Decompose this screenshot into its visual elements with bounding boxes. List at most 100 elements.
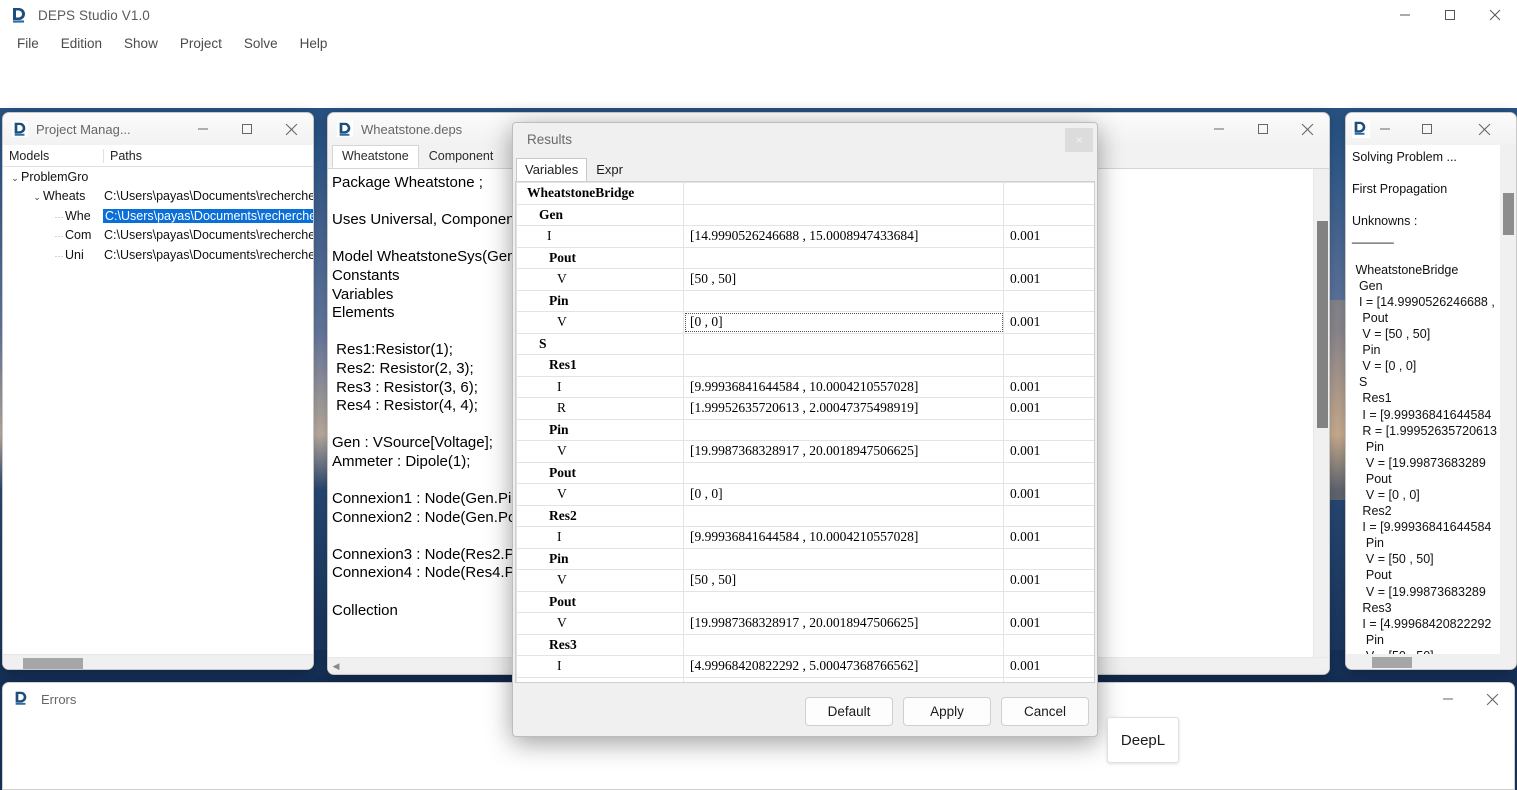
tree-path-selected[interactable]: C:\Users\payas\Documents\recherche [103, 209, 314, 223]
menu-show[interactable]: Show [113, 33, 169, 54]
row-interval-value[interactable] [684, 634, 1004, 656]
table-row[interactable]: Pin [517, 419, 1096, 441]
row-tolerance-value[interactable]: 0.001 [1004, 484, 1096, 506]
project-manager-horizontal-scrollbar[interactable] [3, 654, 313, 670]
row-interval-value[interactable] [684, 333, 1004, 355]
row-tolerance-value[interactable]: 0.001 [1004, 527, 1096, 549]
table-row[interactable]: S [517, 333, 1096, 355]
row-interval-value[interactable] [684, 591, 1004, 613]
project-tree-row[interactable]: ···WheC:\Users\payas\Documents\recherche [3, 206, 313, 226]
default-button[interactable]: Default [805, 697, 893, 726]
row-interval-value[interactable]: [50 , 50] [684, 570, 1004, 592]
row-tolerance-value[interactable] [1004, 247, 1096, 269]
close-icon[interactable] [1472, 0, 1517, 30]
solver-horizontal-scrollbar[interactable] [1346, 654, 1516, 670]
project-tree-row[interactable]: ···ComC:\Users\payas\Documents\recherche [3, 226, 313, 246]
row-interval-value[interactable] [684, 677, 1004, 683]
row-interval-value[interactable]: [14.9990526246688 , 15.0008947433684] [684, 226, 1004, 248]
menu-project[interactable]: Project [169, 33, 233, 54]
table-row[interactable]: WheatstoneBridge [517, 183, 1096, 205]
row-tolerance-value[interactable]: 0.001 [1004, 312, 1096, 334]
table-row[interactable]: V[19.9987368328917 , 20.0018947506625]0.… [517, 613, 1096, 635]
row-interval-value[interactable]: [19.9987368328917 , 20.0018947506625] [684, 441, 1004, 463]
table-row[interactable]: Pout [517, 247, 1096, 269]
table-row[interactable]: Pin [517, 677, 1096, 683]
maximize-icon[interactable] [225, 113, 269, 145]
row-interval-value[interactable] [684, 204, 1004, 226]
row-tolerance-value[interactable]: 0.001 [1004, 398, 1096, 420]
project-tree-row[interactable]: ···UniC:\Users\payas\Documents\recherche [3, 245, 313, 265]
minimize-icon[interactable] [1426, 683, 1470, 715]
row-interval-value[interactable]: [9.99936841644584 , 10.0004210557028] [684, 527, 1004, 549]
table-row[interactable]: Gen [517, 204, 1096, 226]
close-icon[interactable] [269, 113, 313, 145]
minimize-icon[interactable] [1372, 113, 1398, 145]
row-interval-value[interactable] [684, 290, 1004, 312]
project-tree-row[interactable]: ⌄WheatsC:\Users\payas\Documents\recherch… [3, 187, 313, 207]
solver-vertical-scrollbar[interactable] [1500, 145, 1516, 654]
row-tolerance-value[interactable] [1004, 355, 1096, 377]
row-tolerance-value[interactable] [1004, 183, 1096, 205]
table-row[interactable]: Pin [517, 290, 1096, 312]
maximize-icon[interactable] [1398, 113, 1456, 145]
row-interval-value[interactable] [684, 247, 1004, 269]
column-header-paths[interactable]: Paths [103, 149, 313, 163]
row-tolerance-value[interactable] [1004, 677, 1096, 683]
table-row[interactable]: I[14.9990526246688 , 15.0008947433684]0.… [517, 226, 1096, 248]
maximize-icon[interactable] [1241, 113, 1285, 145]
editor-vertical-scrollbar[interactable] [1313, 169, 1329, 657]
table-row[interactable]: Pout [517, 591, 1096, 613]
table-row[interactable]: V[0 , 0]0.001 [517, 312, 1096, 334]
tree-path[interactable]: C:\Users\payas\Documents\recherche [103, 228, 314, 242]
table-row[interactable]: Pout [517, 462, 1096, 484]
minimize-icon[interactable] [1382, 0, 1427, 30]
table-row[interactable]: V[50 , 50]0.001 [517, 570, 1096, 592]
row-tolerance-value[interactable] [1004, 634, 1096, 656]
project-tree-row[interactable]: ⌄ProblemGro [3, 167, 313, 187]
row-interval-value[interactable]: [4.99968420822292 , 5.00047368766562] [684, 656, 1004, 678]
row-interval-value[interactable]: [0 , 0] [684, 312, 1004, 334]
scroll-left-arrow-icon[interactable]: ◀ [328, 658, 344, 674]
table-row[interactable]: Pin [517, 548, 1096, 570]
minimize-icon[interactable] [1197, 113, 1241, 145]
row-tolerance-value[interactable] [1004, 462, 1096, 484]
column-header-models[interactable]: Models [3, 149, 103, 163]
row-tolerance-value[interactable] [1004, 548, 1096, 570]
row-interval-value[interactable] [684, 462, 1004, 484]
row-tolerance-value[interactable]: 0.001 [1004, 376, 1096, 398]
tab-variables[interactable]: Variables [516, 158, 587, 181]
menu-edition[interactable]: Edition [50, 33, 113, 54]
table-row[interactable]: R[1.99952635720613 , 2.00047375498919]0.… [517, 398, 1096, 420]
row-tolerance-value[interactable]: 0.001 [1004, 613, 1096, 635]
row-interval-value[interactable] [684, 183, 1004, 205]
row-tolerance-value[interactable] [1004, 505, 1096, 527]
row-tolerance-value[interactable]: 0.001 [1004, 656, 1096, 678]
table-row[interactable]: Res3 [517, 634, 1096, 656]
table-row[interactable]: V[50 , 50]0.001 [517, 269, 1096, 291]
row-interval-value[interactable]: [9.99936841644584 , 10.0004210557028] [684, 376, 1004, 398]
deepl-floating-button[interactable]: DeepL [1107, 717, 1179, 763]
chevron-down-icon[interactable]: ⌄ [9, 173, 21, 184]
row-interval-value[interactable] [684, 548, 1004, 570]
row-tolerance-value[interactable] [1004, 591, 1096, 613]
menu-help[interactable]: Help [289, 33, 339, 54]
table-row[interactable]: I[9.99936841644584 , 10.0004210557028]0.… [517, 376, 1096, 398]
table-row[interactable]: I[9.99936841644584 , 10.0004210557028]0.… [517, 527, 1096, 549]
tab-wheatstone[interactable]: Wheatstone [332, 145, 419, 168]
close-icon[interactable]: × [1065, 128, 1093, 152]
table-row[interactable]: Res2 [517, 505, 1096, 527]
row-interval-value[interactable] [684, 355, 1004, 377]
row-tolerance-value[interactable]: 0.001 [1004, 570, 1096, 592]
row-interval-value[interactable]: [50 , 50] [684, 269, 1004, 291]
row-tolerance-value[interactable] [1004, 204, 1096, 226]
scrollbar-thumb[interactable] [1503, 193, 1514, 235]
row-tolerance-value[interactable] [1004, 290, 1096, 312]
chevron-down-icon[interactable]: ⌄ [31, 192, 43, 203]
row-tolerance-value[interactable]: 0.001 [1004, 269, 1096, 291]
results-table-scroll-area[interactable]: WheatstoneBridgeGenI[14.9990526246688 , … [515, 181, 1095, 683]
tree-path[interactable]: C:\Users\payas\Documents\recherche [103, 189, 314, 203]
table-row[interactable]: Res1 [517, 355, 1096, 377]
maximize-icon[interactable] [1427, 0, 1472, 30]
row-tolerance-value[interactable]: 0.001 [1004, 226, 1096, 248]
close-icon[interactable] [1470, 683, 1514, 715]
